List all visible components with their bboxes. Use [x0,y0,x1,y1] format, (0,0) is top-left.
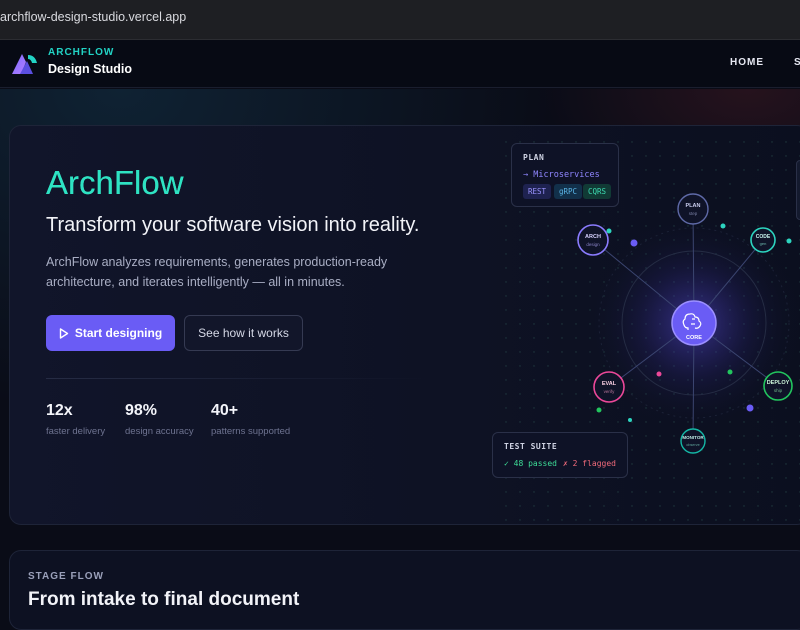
node-subtitle: gen [760,241,767,246]
node-monitor[interactable]: MONITOR observe [680,428,706,454]
side-panel-edge [796,160,800,220]
chip-rest: REST [523,184,552,199]
node-deploy[interactable]: DEPLOY ship [763,371,793,401]
node-arch[interactable]: ARCH design [577,224,609,256]
node-title: MONITOR [682,435,704,440]
node-title: CODE [756,234,771,240]
chip-grpc: gRPC [554,184,583,199]
node-title: EVAL [602,381,617,387]
node-code[interactable]: CODE gen [750,227,776,253]
node-plan[interactable]: PLAN step [677,193,709,225]
node-subtitle: design [586,242,600,247]
node-subtitle: ship [774,388,783,393]
node-title: DEPLOY [767,380,790,386]
plan-card-item: → Microservices [523,170,600,180]
test-suite-heading: TEST SUITE [504,442,558,451]
node-subtitle: step [689,211,698,216]
node-subtitle: verify [604,389,616,394]
node-title: PLAN [686,203,701,209]
plan-card: PLAN → Microservices REST gRPC CQRS [511,143,619,207]
architecture-diagram: PLAN step ARCH design CODE gen EVAL veri… [500,130,800,525]
core-label: CORE [686,335,702,341]
plan-card-heading: PLAN [523,153,545,162]
node-title: ARCH [585,234,601,240]
node-eval[interactable]: EVAL verify [593,371,625,403]
tests-flagged: ✗ 2 flagged [563,459,616,468]
core-node[interactable]: CORE [671,300,717,346]
chip-cqrs: CQRS [583,184,612,199]
tests-passed: ✓ 48 passed [504,459,557,468]
node-subtitle: observe [686,443,700,447]
test-suite-card: TEST SUITE ✓ 48 passed ✗ 2 flagged [492,432,628,478]
